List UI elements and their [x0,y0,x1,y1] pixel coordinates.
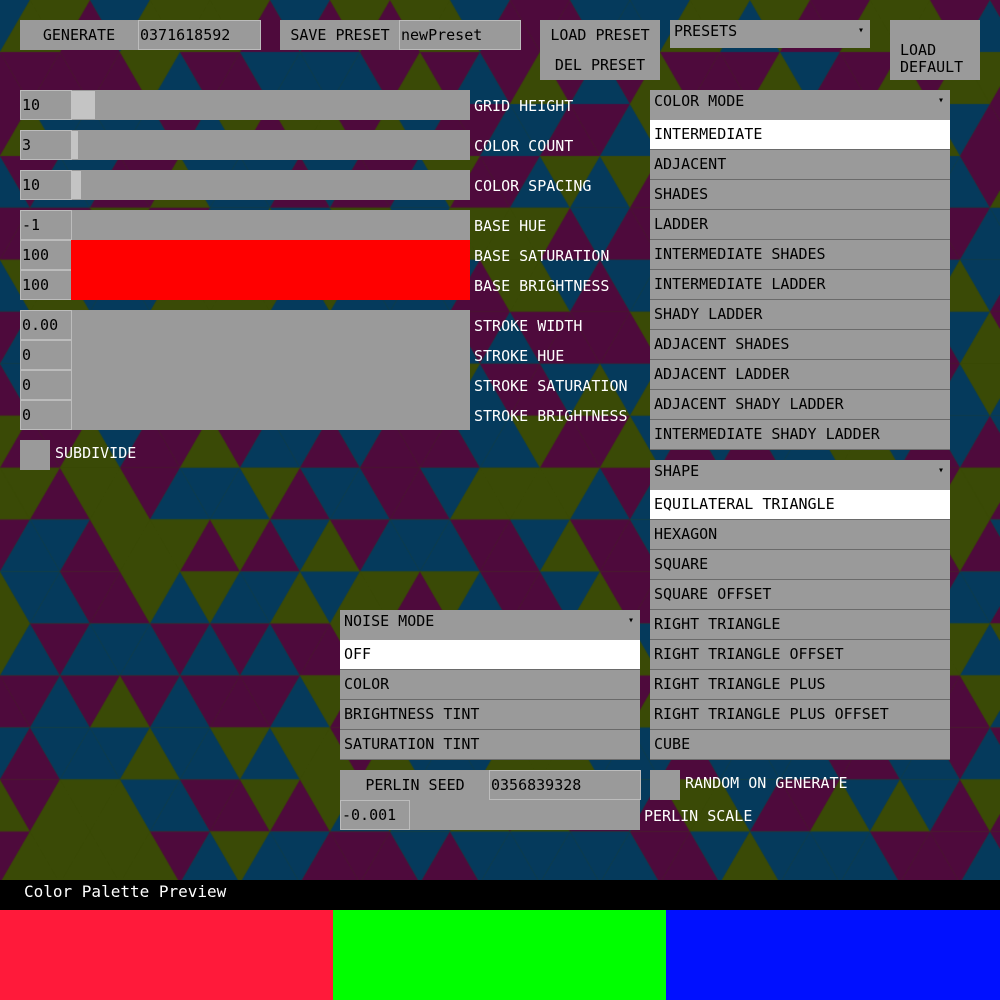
presets-label: PRESETS [674,22,738,40]
stroke-saturation-label: STROKE SATURATION [474,377,628,395]
load-default-button[interactable]: LOAD DEFAULT [890,20,980,80]
perlin-scale-value[interactable]: -0.001 [340,800,410,830]
palette-preview-title: Color Palette Preview [24,882,227,901]
color-count-value[interactable]: 3 [20,130,72,160]
shape-option[interactable]: EQUILATERAL TRIANGLE [650,490,950,520]
base-saturation-fill[interactable] [71,240,470,270]
color-count-label: COLOR COUNT [474,137,574,155]
base-hue-value[interactable]: -1 [20,210,72,240]
shape-option[interactable]: CUBE [650,730,950,760]
color-spacing-value[interactable]: 10 [20,170,72,200]
shape-option[interactable]: HEXAGON [650,520,950,550]
perlin-scale-label: PERLIN SCALE [644,807,753,825]
color-mode-option[interactable]: ADJACENT SHADES [650,330,950,360]
stroke-brightness-label: STROKE BRIGHTNESS [474,407,628,425]
palette-swatch-1 [0,910,333,1000]
noise-mode-option[interactable]: BRIGHTNESS TINT [340,700,640,730]
load-default-label-line2: DEFAULT [900,58,964,76]
base-brightness-slider[interactable]: 100 [20,270,470,300]
del-preset-button[interactable]: DEL PRESET [540,50,660,80]
stroke-brightness-value[interactable]: 0 [20,400,72,430]
chevron-down-icon: ▾ [857,25,864,36]
color-mode-dropdown[interactable]: COLOR MODE ▾ [650,90,950,120]
shape-option[interactable]: RIGHT TRIANGLE OFFSET [650,640,950,670]
color-mode-option[interactable]: ADJACENT [650,150,950,180]
grid-height-value[interactable]: 10 [20,90,72,120]
grid-height-label: GRID HEIGHT [474,97,574,115]
base-hue-label: BASE HUE [474,217,547,235]
color-spacing-slider[interactable]: 10 [20,170,470,200]
base-brightness-value[interactable]: 100 [20,270,72,300]
stroke-width-slider[interactable]: 0.00 [20,310,470,340]
save-preset-button[interactable]: SAVE PRESET [280,20,400,50]
stroke-saturation-value[interactable]: 0 [20,370,72,400]
shape-option[interactable]: RIGHT TRIANGLE PLUS [650,670,950,700]
noise-mode-option[interactable]: OFF [340,640,640,670]
load-default-label-line1: LOAD [900,41,937,59]
random-on-generate-label: RANDOM ON GENERATE [685,774,848,792]
color-spacing-label: COLOR SPACING [474,177,592,195]
palette-preview-bar: Color Palette Preview [0,880,1000,910]
random-on-generate-checkbox[interactable] [650,770,680,800]
chevron-down-icon: ▾ [937,95,944,106]
stroke-hue-label: STROKE HUE [474,347,565,365]
shape-option[interactable]: RIGHT TRIANGLE [650,610,950,640]
base-brightness-fill[interactable] [71,270,470,300]
color-mode-option[interactable]: INTERMEDIATE SHADES [650,240,950,270]
subdivide-checkbox[interactable] [20,440,50,470]
color-mode-option[interactable]: SHADY LADDER [650,300,950,330]
shape-option[interactable]: SQUARE [650,550,950,580]
chevron-down-icon: ▾ [937,465,944,476]
color-mode-option[interactable]: ADJACENT SHADY LADDER [650,390,950,420]
presets-dropdown[interactable]: PRESETS ▾ [670,20,870,48]
noise-mode-dropdown[interactable]: NOISE MODE ▾ [340,610,640,640]
shape-option[interactable]: RIGHT TRIANGLE PLUS OFFSET [650,700,950,730]
color-count-handle[interactable] [71,131,78,159]
base-saturation-label: BASE SATURATION [474,247,610,265]
shape-option[interactable]: SQUARE OFFSET [650,580,950,610]
generate-button[interactable]: GENERATE [20,20,138,50]
perlin-seed-button[interactable]: PERLIN SEED [340,770,490,800]
color-mode-option[interactable]: INTERMEDIATE LADDER [650,270,950,300]
load-preset-button[interactable]: LOAD PRESET [540,20,660,50]
stroke-hue-slider[interactable]: 0 [20,340,470,370]
grid-height-handle[interactable] [71,91,95,119]
perlin-seed-input[interactable]: 0356839328 [489,770,641,800]
stroke-width-value[interactable]: 0.00 [20,310,72,340]
noise-mode-option[interactable]: COLOR [340,670,640,700]
chevron-down-icon: ▾ [627,615,634,626]
grid-height-slider[interactable]: 10 [20,90,470,120]
base-hue-slider[interactable]: -1 [20,210,470,240]
preset-name-input[interactable]: newPreset [399,20,521,50]
color-mode-option[interactable]: LADDER [650,210,950,240]
shape-dropdown[interactable]: SHAPE ▾ [650,460,950,490]
color-count-slider[interactable]: 3 [20,130,470,160]
color-mode-option[interactable]: ADJACENT LADDER [650,360,950,390]
noise-mode-option[interactable]: SATURATION TINT [340,730,640,760]
stroke-width-label: STROKE WIDTH [474,317,583,335]
color-mode-option[interactable]: SHADES [650,180,950,210]
perlin-scale-slider[interactable]: -0.001 [340,800,640,830]
color-mode-option[interactable]: INTERMEDIATE [650,120,950,150]
shape-label: SHAPE [654,462,700,480]
subdivide-label: SUBDIVIDE [55,444,137,462]
base-saturation-value[interactable]: 100 [20,240,72,270]
stroke-brightness-slider[interactable]: 0 [20,400,470,430]
stroke-saturation-slider[interactable]: 0 [20,370,470,400]
base-brightness-label: BASE BRIGHTNESS [474,277,610,295]
color-spacing-handle[interactable] [71,171,81,199]
noise-mode-label: NOISE MODE [344,612,435,630]
seed-input[interactable]: 0371618592 [138,20,261,50]
stroke-hue-value[interactable]: 0 [20,340,72,370]
base-saturation-slider[interactable]: 100 [20,240,470,270]
palette-swatch-2 [333,910,666,1000]
color-mode-option[interactable]: INTERMEDIATE SHADY LADDER [650,420,950,450]
palette-swatch-3 [666,910,1000,1000]
color-mode-label: COLOR MODE [654,92,745,110]
